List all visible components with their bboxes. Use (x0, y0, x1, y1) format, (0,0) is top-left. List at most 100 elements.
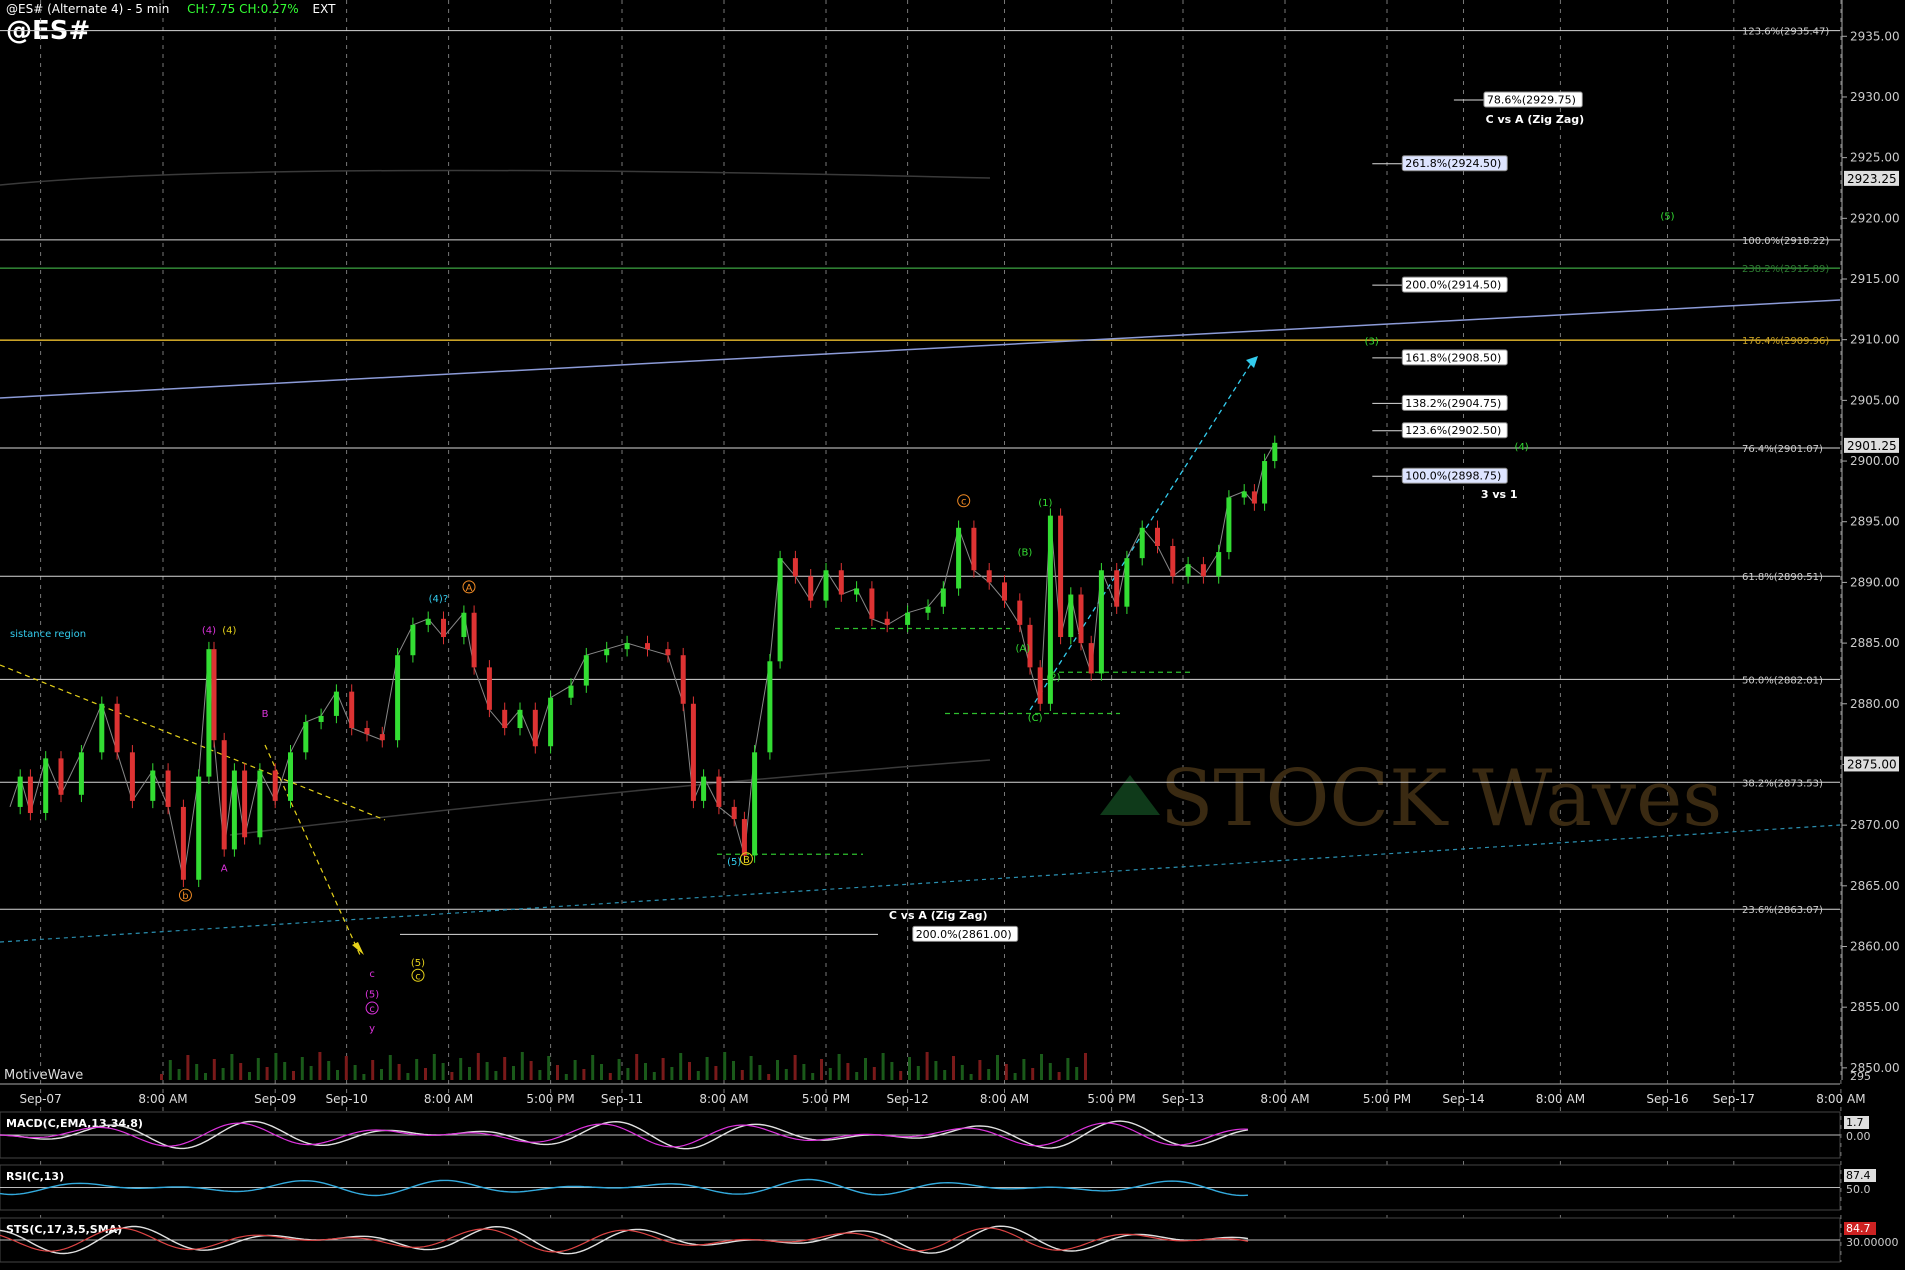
indicator-value: 30.00000 (1846, 1236, 1899, 1249)
candle-body (1088, 643, 1094, 674)
volume-bar (1084, 1053, 1087, 1080)
candle-body (502, 709, 508, 729)
fib-box-label: 200.0%(2861.00) (916, 928, 1012, 941)
volume-bar (811, 1073, 815, 1080)
time-axis-label: 8:00 AM (138, 1092, 187, 1106)
time-axis-label: Sep-07 (19, 1092, 61, 1106)
candle-body (869, 588, 875, 619)
volume-bar (846, 1063, 850, 1080)
candle-body (823, 570, 829, 601)
wave-label: c (961, 497, 967, 508)
candle-body (645, 643, 650, 650)
candle-body (58, 758, 64, 795)
volume-bar (1013, 1073, 1017, 1080)
candle-body (318, 715, 324, 722)
volume-bar (556, 1065, 559, 1080)
volume-bar (732, 1061, 735, 1080)
volume-bar (802, 1064, 806, 1080)
wave-label: c (415, 971, 421, 982)
wave-label: (B) (1018, 548, 1033, 559)
volume-bar (327, 1061, 331, 1080)
candle-body (1185, 564, 1191, 577)
volume-bar (696, 1071, 700, 1080)
fib-box-label: 200.0%(2914.50) (1405, 279, 1501, 292)
candle-body (43, 758, 49, 813)
volume-bar (309, 1066, 313, 1080)
candle-body (196, 776, 202, 880)
volume-bar (1022, 1059, 1026, 1080)
candle-body (379, 734, 385, 741)
fib-caption: C vs A (Zig Zag) (1486, 113, 1585, 126)
volume-bar (177, 1069, 181, 1080)
indicator-label: MACD(C,EMA,13,34,8) (6, 1117, 143, 1130)
candle-body (1114, 570, 1120, 607)
volume-bar (274, 1053, 278, 1080)
candle-body (701, 776, 707, 801)
volume-bar (617, 1059, 621, 1080)
price-axis-label: 2915.00 (1850, 272, 1900, 286)
volume-bar (749, 1056, 753, 1080)
candle-body (257, 770, 263, 838)
watermark: STOCK Waves (1160, 754, 1722, 844)
volume-bar (916, 1066, 920, 1080)
volume-bar (160, 1074, 163, 1080)
candle-body (78, 752, 84, 795)
candle-body (792, 558, 798, 577)
price-axis-label: 2865.00 (1850, 879, 1900, 893)
candle-body (884, 618, 890, 625)
candle-body (1226, 497, 1232, 553)
faint-channel-top (0, 169, 991, 186)
price-chart[interactable]: STOCK Waves 123.6%(2935.47) 100.0%(2918.22… (0, 0, 1905, 1270)
volume-bar (784, 1069, 788, 1080)
volume-bar (415, 1059, 419, 1080)
time-axis-label: 5:00 PM (526, 1092, 574, 1106)
volume-bar (204, 1073, 207, 1080)
candle-body (349, 691, 355, 729)
wave-label: (A) (1016, 644, 1031, 655)
volume-bar (758, 1065, 762, 1080)
volume-bar (591, 1055, 595, 1080)
candle-body (808, 576, 814, 601)
fib-level-label: 23.6%(2863.07) (1742, 905, 1823, 916)
volume-bar (1040, 1054, 1043, 1080)
time-axis-label: Sep-09 (254, 1092, 296, 1106)
volume-bar (740, 1070, 744, 1080)
volume-bar (239, 1063, 243, 1080)
volume-bar (855, 1072, 859, 1080)
candle-body (150, 770, 156, 801)
volume-bar (388, 1055, 392, 1080)
price-axis-label: 2885.00 (1850, 636, 1900, 650)
candle-body (583, 655, 589, 686)
time-axis-label: 8:00 AM (980, 1092, 1029, 1106)
price-axis-label: 2905.00 (1850, 393, 1900, 407)
price-axis-label: 2935.00 (1850, 29, 1900, 43)
price-axis-label: 2895.00 (1850, 515, 1900, 529)
candle-body (425, 618, 431, 625)
indicator-value: 84.7 (1846, 1222, 1871, 1235)
volume-bar (256, 1058, 260, 1080)
volume-bar (1066, 1058, 1070, 1080)
wave-label: c (369, 969, 375, 980)
candle-body (568, 685, 574, 698)
volume-bar (890, 1062, 894, 1080)
candle-body (548, 697, 554, 747)
volume-bar (283, 1062, 287, 1080)
candle-body (777, 558, 783, 662)
candle-body (1216, 552, 1222, 577)
candle-body (231, 770, 237, 850)
volume-bar (300, 1057, 304, 1080)
volume-bar (600, 1064, 603, 1080)
volume-bar (353, 1065, 357, 1080)
candle-body (242, 770, 248, 838)
volume-bar (908, 1057, 911, 1080)
fib-level-label: 123.6%(2935.47) (1742, 27, 1829, 38)
volume-bar (652, 1072, 656, 1080)
candle-body (752, 752, 758, 856)
volume-bar (432, 1054, 436, 1080)
time-axis-label: Sep-17 (1713, 1092, 1755, 1106)
fib-caption: C vs A (Zig Zag) (889, 909, 988, 922)
candle-body (114, 703, 120, 753)
volume-bar (1004, 1064, 1008, 1080)
candle-body (532, 709, 538, 747)
price-axis-label: 2870.00 (1850, 818, 1900, 832)
